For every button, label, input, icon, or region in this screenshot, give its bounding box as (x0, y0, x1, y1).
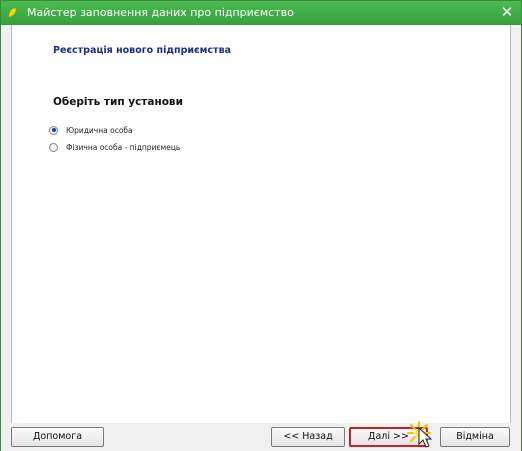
title-bar[interactable]: Майстер заповнення даних про підприємств… (1, 1, 521, 25)
section-title: Оберіть тип установи (53, 96, 183, 108)
help-button[interactable]: Допомога (11, 427, 104, 447)
radio-label: Юридична особа (66, 125, 133, 135)
close-button[interactable]: ✕ (499, 4, 515, 20)
cancel-button[interactable]: Відміна (440, 427, 510, 447)
wizard-content: Реєстрація нового підприємства Оберіть т… (11, 25, 511, 423)
option-individual-entrepreneur[interactable]: Фізична особа - підприємець (49, 140, 180, 154)
option-legal-entity[interactable]: Юридична особа (49, 123, 133, 137)
close-icon: ✕ (500, 3, 514, 21)
radio-individual-entrepreneur[interactable] (49, 142, 58, 152)
page-title: Реєстрація нового підприємства (53, 45, 231, 56)
app-leaf-icon (8, 7, 17, 18)
wizard-window: Майстер заповнення даних про підприємств… (0, 0, 522, 451)
radio-legal-entity[interactable] (49, 125, 58, 135)
window-title: Майстер заповнення даних про підприємств… (27, 6, 294, 19)
radio-label: Фізична особа - підприємець (66, 142, 181, 152)
pointer-cursor-icon (418, 427, 433, 448)
back-button[interactable]: << Назад (271, 427, 345, 447)
